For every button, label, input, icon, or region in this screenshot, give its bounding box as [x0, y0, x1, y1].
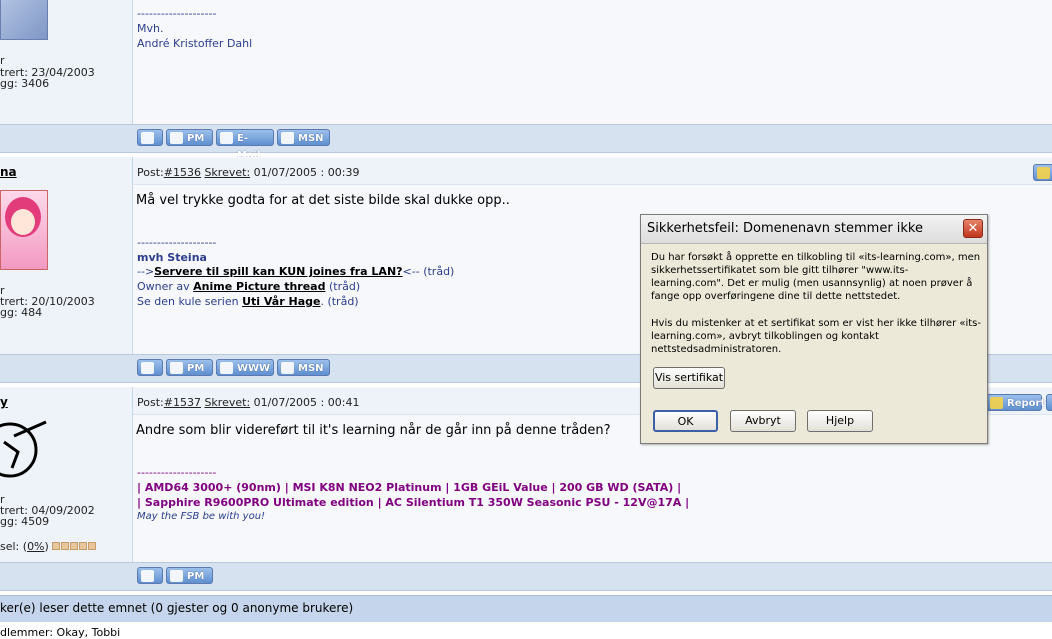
- post3-avatar: [0, 418, 48, 488]
- pm-icon: [170, 570, 183, 582]
- post3-report-button[interactable]: Report: [986, 394, 1045, 411]
- dialog-titlebar: Sikkerhetsfeil: Domenenavn stemmer ikke …: [641, 215, 987, 244]
- post3-sig-dashes: --------------------: [137, 466, 217, 479]
- members-text: dlemmer: Okay, Tobbi: [0, 626, 121, 639]
- avatar-symbol-icon: [0, 420, 47, 478]
- avatar-face: [11, 209, 35, 235]
- dialog-body: Du har forsøkt å opprette en tilkobling …: [651, 251, 981, 356]
- karma-stars: [52, 540, 97, 553]
- post1-avatar: [0, 0, 48, 40]
- post1-body: [133, 0, 1052, 124]
- post2-pm-button[interactable]: PM: [166, 359, 213, 376]
- profile-icon: [141, 362, 154, 374]
- alert-icon: [1037, 167, 1050, 179]
- post2-report-button[interactable]: [1033, 164, 1052, 181]
- post2-avatar: [0, 190, 48, 270]
- post2-msn-button[interactable]: MSN: [277, 359, 330, 376]
- post2-message: Må vel trykke godta for at det siste bil…: [136, 193, 510, 208]
- sig-thread-link[interactable]: (tråd): [325, 280, 360, 293]
- post1-pm-button[interactable]: PM: [166, 129, 213, 146]
- post2-sig-line-serie: Se den kule serien Uti Vår Hage. (tråd): [137, 295, 359, 308]
- post2-sig-dashes: --------------------: [137, 236, 217, 249]
- sig-link-uti-var-hage[interactable]: Uti Vår Hage: [242, 295, 320, 308]
- post3-pm-button[interactable]: PM: [166, 567, 213, 584]
- post2-profile-button[interactable]: [137, 359, 163, 376]
- post1-sig-line1: Mvh.: [137, 22, 164, 35]
- post3-sig-line1: | AMD64 3000+ (90nm) | MSI K8N NEO2 Plat…: [137, 481, 682, 494]
- cancel-button[interactable]: Avbryt: [730, 410, 796, 432]
- pm-icon: [170, 132, 183, 144]
- post2-www-button[interactable]: WWW: [216, 359, 274, 376]
- post2-sig-line-lan: -->Servere til spill kan KUN joines fra …: [137, 265, 455, 278]
- post3-sig-line3: May the FSB be with you!: [137, 511, 266, 522]
- alert-icon: [990, 397, 1003, 409]
- email-icon: [220, 132, 233, 144]
- dialog-close-button[interactable]: ✕: [963, 219, 983, 238]
- post1-msn-button[interactable]: MSN: [277, 129, 330, 146]
- post2-username[interactable]: na: [0, 165, 17, 179]
- sig-thread-link[interactable]: (tråd): [423, 265, 454, 278]
- dialog-paragraph-1: Du har forsøkt å opprette en tilkobling …: [651, 252, 981, 302]
- post2-post-number-link[interactable]: #1536: [164, 166, 201, 179]
- post2-sig-name: mvh Steina: [137, 251, 207, 264]
- post2-sig-line-anime: Owner av Anime Picture thread (tråd): [137, 280, 361, 293]
- ok-button[interactable]: OK: [653, 410, 718, 432]
- post3-post-count: gg: 4509: [0, 515, 50, 528]
- post2-post-count: gg: 484: [0, 306, 43, 319]
- separator: [0, 591, 1052, 594]
- post2-meta: Post:#1536 Skrevet: 01/07/2005 : 00:39: [137, 166, 360, 179]
- separator: [0, 153, 1052, 156]
- dialog-paragraph-2: Hvis du mistenker at et sertifikat som e…: [651, 318, 981, 355]
- msn-icon: [281, 362, 294, 374]
- post3-profile-button[interactable]: [137, 567, 163, 584]
- msn-icon: [281, 132, 294, 144]
- post3-username[interactable]: y: [0, 395, 8, 409]
- profile-icon: [141, 570, 154, 582]
- profile-icon: [141, 132, 154, 144]
- security-error-dialog: Sikkerhetsfeil: Domenenavn stemmer ikke …: [640, 214, 988, 444]
- pm-icon: [170, 362, 183, 374]
- post3-karma: sel: (0%): [0, 540, 97, 553]
- dialog-title: Sikkerhetsfeil: Domenenavn stemmer ikke: [647, 221, 923, 236]
- post1-post-count: gg: 3406: [0, 77, 50, 90]
- help-button[interactable]: Hjelp: [807, 410, 873, 432]
- post1-profile-button[interactable]: [137, 129, 163, 146]
- sig-thread-link[interactable]: . (tråd): [320, 295, 358, 308]
- view-certificate-button[interactable]: Vis sertifikat: [653, 367, 725, 389]
- post1-email-button[interactable]: E-Mail: [216, 129, 274, 161]
- post1-sig-dashes: --------------------: [137, 7, 217, 20]
- sig-link-anime[interactable]: Anime Picture thread: [193, 280, 325, 293]
- readers-text: ker(e) leser dette emnet (0 gjester og 0…: [0, 601, 354, 615]
- post3-meta: Post:#1537 Skrevet: 01/07/2005 : 00:41: [137, 396, 360, 409]
- sig-link-lan[interactable]: Servere til spill kan KUN joines fra LAN…: [154, 265, 402, 278]
- post3-extra-button[interactable]: [1046, 394, 1052, 411]
- post3-post-number-link[interactable]: #1537: [164, 396, 201, 409]
- post3-sig-line2: | Sapphire R9600PRO Ultimate edition | A…: [137, 496, 690, 509]
- post1-sig-line2: André Kristoffer Dahl: [137, 37, 253, 50]
- post3-message: Andre som blir videreført til it's learn…: [136, 423, 611, 438]
- home-icon: [220, 362, 233, 374]
